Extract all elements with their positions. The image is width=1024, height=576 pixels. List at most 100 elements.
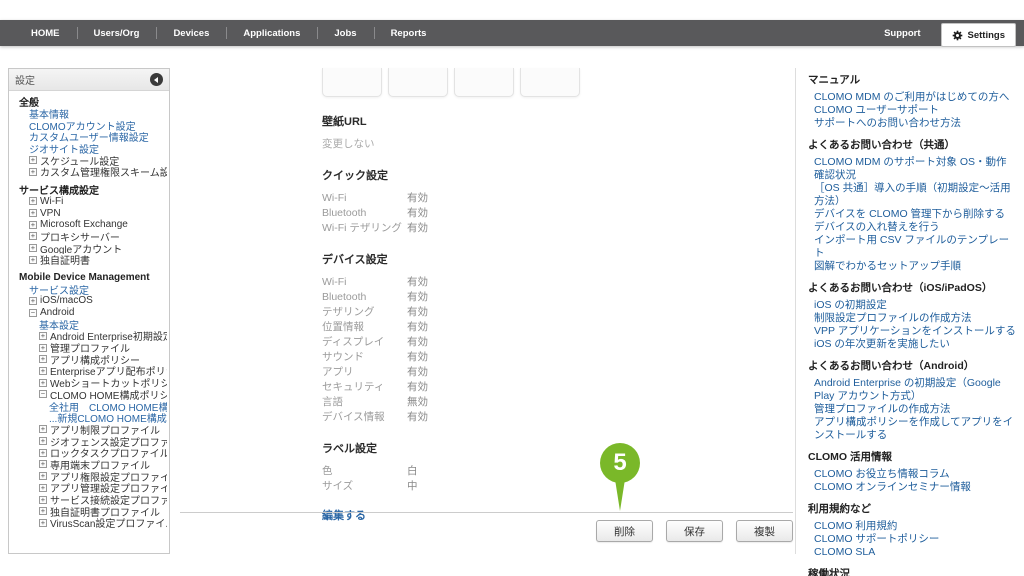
help-link[interactable]: VPP アプリケーションをインストールする <box>808 325 1016 338</box>
tree-item[interactable]: −CLOMO HOME構成ポリシー <box>11 389 167 401</box>
tree-item[interactable]: +カスタム管理権限スキーム設定 <box>11 166 167 178</box>
save-button[interactable]: 保存 <box>666 520 723 542</box>
help-link[interactable]: デバイスの入れ替えを行う <box>808 221 1016 234</box>
tree-item[interactable]: 全社用 CLOMO HOME構成... <box>11 400 167 412</box>
nav-item-home[interactable]: HOME <box>14 20 77 46</box>
help-link[interactable]: 図解でわかるセットアップ手順 <box>808 260 1016 273</box>
delete-button[interactable]: 削除 <box>596 520 653 542</box>
nav-item-settings[interactable]: Settings <box>941 23 1016 47</box>
help-link[interactable]: CLOMO 利用規約 <box>808 520 1016 533</box>
setting-row: サイズ中 <box>322 478 792 493</box>
tree-toggle-icon[interactable]: + <box>29 221 37 229</box>
help-link[interactable]: アプリ構成ポリシーを作成してアプリをインストールする <box>808 416 1016 442</box>
tree-item[interactable]: +独自証明書 <box>11 254 167 266</box>
help-link[interactable]: ［OS 共通］導入の手順（初期設定～活用方法） <box>808 182 1016 208</box>
tree-toggle-icon[interactable]: + <box>39 496 47 504</box>
tree-item[interactable]: +アプリ制限プロファイル <box>11 424 167 436</box>
nav-item-applications[interactable]: Applications <box>226 20 317 46</box>
tree-item[interactable]: サービス設定 <box>11 283 167 295</box>
help-link[interactable]: CLOMO オンラインセミナー情報 <box>808 481 1016 494</box>
tree-item[interactable]: +iOS/macOS <box>11 295 167 307</box>
tree-item[interactable]: カスタムユーザー情報設定 <box>11 131 167 143</box>
help-link[interactable]: iOS の年次更新を実施したい <box>808 338 1016 351</box>
tree-toggle-icon[interactable]: − <box>39 390 47 398</box>
nav-item-devices[interactable]: Devices <box>156 20 226 46</box>
tree-item[interactable]: +VPN <box>11 207 167 219</box>
tree-toggle-icon[interactable]: + <box>39 344 47 352</box>
nav-item-jobs[interactable]: Jobs <box>317 20 373 46</box>
help-link[interactable]: CLOMO MDM のご利用がはじめての方へ <box>808 91 1016 104</box>
tree-toggle-icon[interactable]: + <box>39 460 47 468</box>
help-link[interactable]: 管理プロファイルの作成方法 <box>808 403 1016 416</box>
tree-item-label: 管理プロファイル <box>50 342 130 354</box>
help-link[interactable]: デバイスを CLOMO 管理下から削除する <box>808 208 1016 221</box>
tree-toggle-icon[interactable]: + <box>29 256 37 264</box>
nav-item-reports[interactable]: Reports <box>374 20 444 46</box>
tree-item-label: 基本情報 <box>29 108 69 120</box>
tree-toggle-icon[interactable]: + <box>39 449 47 457</box>
tree-item[interactable]: +アプリ権限設定プロファイル <box>11 470 167 482</box>
help-link[interactable]: CLOMO MDM のサポート対象 OS・動作確認状況 <box>808 156 1016 182</box>
help-link[interactable]: インポート用 CSV ファイルのテンプレート <box>808 234 1016 260</box>
tree-item[interactable]: +Microsoft Exchange <box>11 219 167 231</box>
tree-toggle-icon[interactable]: + <box>39 332 47 340</box>
tree-item[interactable]: CLOMOアカウント設定 <box>11 119 167 131</box>
tree-toggle-icon[interactable]: + <box>39 355 47 363</box>
tree-item[interactable]: +Android Enterprise初期設定... <box>11 330 167 342</box>
nav-item-support[interactable]: Support <box>864 28 940 39</box>
help-link[interactable]: サポートへのお問い合わせ方法 <box>808 117 1016 130</box>
help-link[interactable]: iOS の初期設定 <box>808 299 1016 312</box>
tree-toggle-icon[interactable]: + <box>29 244 37 252</box>
tree-item[interactable]: −Android <box>11 307 167 319</box>
help-link[interactable]: Android Enterprise の初期設定（Google Play アカウ… <box>808 377 1016 403</box>
sidebar-collapse-button[interactable] <box>150 73 163 86</box>
tree-item[interactable]: +ロックタスクプロファイル <box>11 447 167 459</box>
tree-item[interactable]: +プロキシサーバー <box>11 231 167 243</box>
tree-item[interactable]: +VirusScan設定プロファイル <box>11 517 167 529</box>
tree-item[interactable]: ...新規CLOMO HOME構成ポ... <box>11 412 167 424</box>
settings-section: ラベル設定 色白サイズ中 <box>322 440 792 493</box>
tree-item[interactable]: 基本情報 <box>11 108 167 120</box>
help-link[interactable]: CLOMO ユーザーサポート <box>808 104 1016 117</box>
tree-item[interactable]: +管理プロファイル <box>11 342 167 354</box>
tree-toggle-icon[interactable]: + <box>29 168 37 176</box>
tree-item[interactable]: +サービス接続設定プロファイル <box>11 494 167 506</box>
help-link[interactable]: CLOMO サポートポリシー <box>808 533 1016 546</box>
duplicate-button[interactable]: 複製 <box>736 520 793 542</box>
tree-toggle-icon[interactable]: + <box>39 425 47 433</box>
tree-item[interactable]: +Googleアカウント <box>11 242 167 254</box>
tree-toggle-icon[interactable]: + <box>29 297 37 305</box>
tree-toggle-icon[interactable]: + <box>39 507 47 515</box>
tree-item[interactable]: +ジオフェンス設定プロファイル <box>11 435 167 447</box>
tree-item[interactable]: +Enterpriseアプリ配布ポリシー <box>11 365 167 377</box>
tree-toggle-icon[interactable]: + <box>39 437 47 445</box>
tree-item[interactable]: +Webショートカットポリシー <box>11 377 167 389</box>
tree-toggle-icon[interactable]: + <box>29 209 37 217</box>
help-link[interactable]: 制限設定プロファイルの作成方法 <box>808 312 1016 325</box>
tree-toggle-icon[interactable]: + <box>29 232 37 240</box>
tree-toggle-icon[interactable]: + <box>39 484 47 492</box>
tree-item[interactable]: +Wi-Fi <box>11 196 167 208</box>
tree-toggle-icon[interactable]: + <box>29 156 37 164</box>
tree-item[interactable]: +アプリ構成ポリシー <box>11 353 167 365</box>
tree-item[interactable]: +専用端末プロファイル <box>11 459 167 471</box>
tree-toggle-icon[interactable]: + <box>39 367 47 375</box>
tree-item[interactable]: ジオサイト設定 <box>11 143 167 155</box>
help-links: Android Enterprise の初期設定（Google Play アカウ… <box>808 377 1016 442</box>
tree-toggle-icon[interactable]: + <box>39 472 47 480</box>
setting-value: 有効 <box>407 190 428 205</box>
tree-toggle-icon[interactable]: − <box>29 309 37 317</box>
nav-item-users-org[interactable]: Users/Org <box>77 20 157 46</box>
tree-item[interactable]: +スケジュール設定 <box>11 154 167 166</box>
setting-label: サイズ <box>322 478 407 493</box>
settings-section: デバイス設定 Wi-Fi有効Bluetooth有効テザリング有効位置情報有効ディ… <box>322 251 792 424</box>
tree-toggle-icon[interactable]: + <box>39 379 47 387</box>
tree-toggle-icon[interactable]: + <box>39 519 47 527</box>
tree-item[interactable]: 基本設定 <box>11 318 167 330</box>
tree-item[interactable]: +アプリ管理設定プロファイル <box>11 482 167 494</box>
help-link[interactable]: CLOMO お役立ち情報コラム <box>808 468 1016 481</box>
help-link[interactable]: CLOMO SLA <box>808 546 1016 559</box>
tree-item[interactable]: +独自証明書プロファイル <box>11 505 167 517</box>
help-links: CLOMO お役立ち情報コラムCLOMO オンラインセミナー情報 <box>808 468 1016 494</box>
tree-toggle-icon[interactable]: + <box>29 197 37 205</box>
